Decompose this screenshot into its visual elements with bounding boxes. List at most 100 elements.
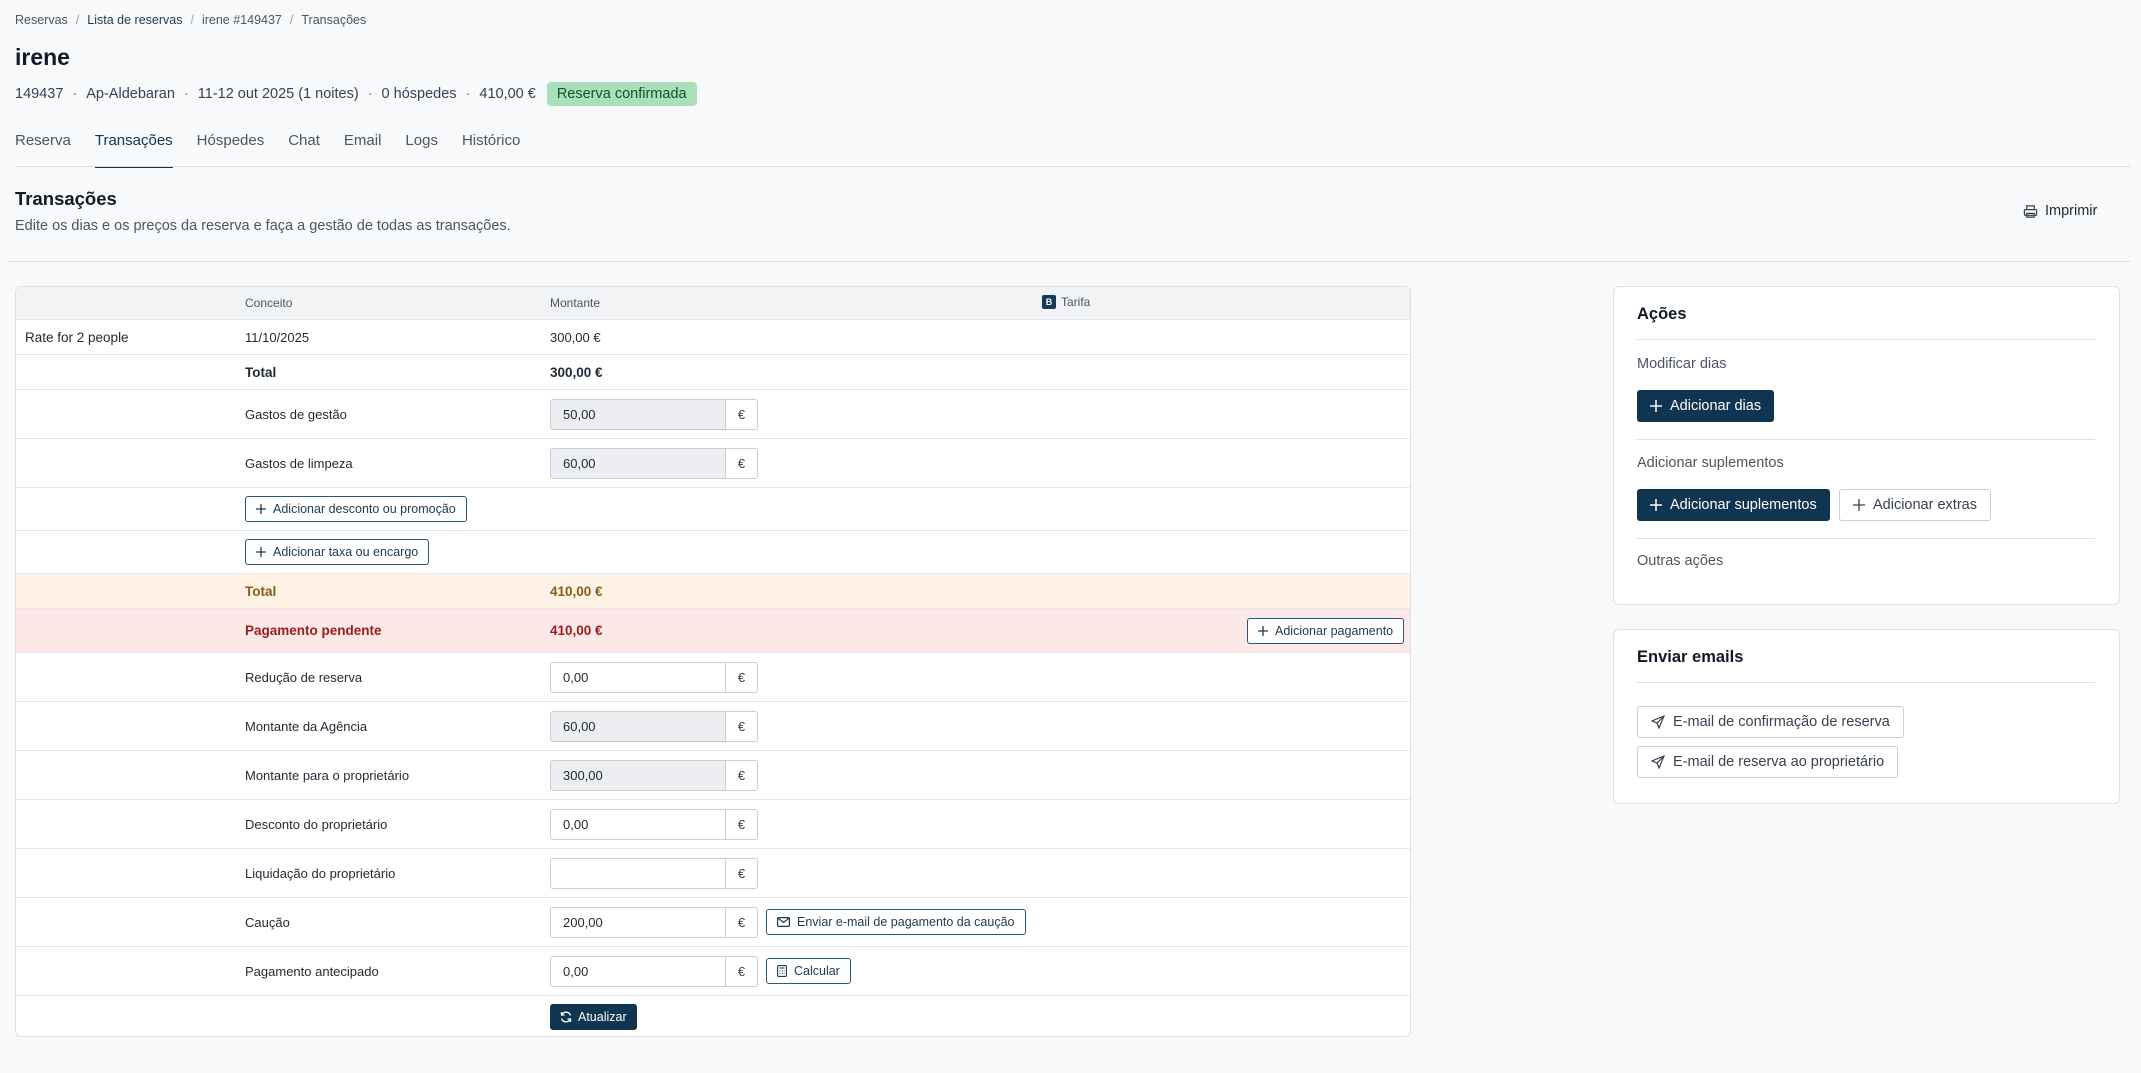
currency-addon: €: [725, 448, 758, 479]
agency-amount-label: Montante da Agência: [245, 718, 368, 734]
refresh-icon: [560, 1011, 572, 1023]
table-row-rate: Rate for 2 people 11/10/2025 300,00 €: [16, 320, 1410, 355]
booking-meta: 149437 · Ap-Aldebaran · 11-12 out 2025 (…: [15, 82, 697, 106]
tab-hospedes[interactable]: Hóspedes: [197, 128, 265, 168]
management-fee-input[interactable]: 50,00: [550, 399, 725, 430]
actions-title: Ações: [1637, 305, 1687, 323]
table-row-add-tax: Adicionar taxa ou encargo: [16, 531, 1410, 574]
owner-settlement-input[interactable]: [550, 858, 725, 889]
breadcrumb-lista-de-reservas[interactable]: Lista de reservas: [87, 13, 182, 27]
plus-icon: [1650, 499, 1662, 511]
owner-discount-input[interactable]: 0,00: [550, 809, 725, 840]
booking-guests: 0 hóspedes: [381, 86, 457, 102]
agency-amount-input[interactable]: 60,00: [550, 711, 725, 742]
booking-source-icon: B: [1042, 295, 1056, 309]
tab-reserva[interactable]: Reserva: [15, 128, 71, 168]
table-row-pending: Pagamento pendente 410,00 € Adicionar pa…: [16, 609, 1410, 653]
calculate-button[interactable]: Calcular: [766, 958, 851, 984]
rate-date: 11/10/2025: [245, 329, 310, 345]
owner-settlement-input-group: €: [550, 858, 758, 889]
rate-amount: 300,00 €: [550, 329, 601, 345]
tab-historico[interactable]: Histórico: [462, 128, 520, 168]
currency-addon: €: [725, 711, 758, 742]
printer-icon: [2023, 204, 2038, 218]
add-supplements-button[interactable]: Adicionar suplementos: [1637, 489, 1830, 521]
tab-logs[interactable]: Logs: [405, 128, 438, 168]
currency-addon: €: [725, 858, 758, 889]
header-amount: Montante: [550, 296, 601, 310]
owner-email-button[interactable]: E-mail de reserva ao proprietário: [1637, 746, 1899, 778]
table-row-total: Total 410,00 €: [16, 574, 1410, 609]
table-row-booking-reduction: Redução de reserva 0,00 €: [16, 653, 1410, 702]
emails-card: Enviar emails E-mail de confirmação de r…: [1613, 629, 2120, 804]
breadcrumb: Reservas / Lista de reservas / irene #14…: [15, 12, 366, 28]
tab-bar: Reserva Transações Hóspedes Chat Email L…: [15, 128, 544, 168]
breadcrumb-separator: /: [289, 13, 294, 27]
management-fee-input-group: 50,00 €: [550, 399, 758, 430]
header-rate: B Tarifa: [1042, 295, 1090, 309]
add-tax-button[interactable]: Adicionar taxa ou encargo: [245, 539, 430, 565]
owner-amount-input-group: 300,00 €: [550, 760, 758, 791]
update-button[interactable]: Atualizar: [550, 1004, 637, 1030]
table-row-owner-amount: Montante para o proprietário 300,00 €: [16, 751, 1410, 800]
agency-amount-input-group: 60,00 €: [550, 711, 758, 742]
add-supplements-section-label: Adicionar suplementos: [1637, 455, 1784, 471]
actions-card: Ações Modificar dias Adicionar dias Adic…: [1613, 286, 2120, 605]
currency-addon: €: [725, 662, 758, 693]
plus-icon: [256, 547, 266, 557]
table-header: Conceito Montante B Tarifa: [16, 287, 1410, 320]
plus-icon: [256, 504, 266, 514]
tab-transacoes[interactable]: Transações: [94, 128, 173, 168]
emails-title: Enviar emails: [1637, 648, 1744, 666]
cleaning-fee-input[interactable]: 60,00: [550, 448, 725, 479]
table-row-advance-payment: Pagamento antecipado 0,00 € Calcular: [16, 947, 1410, 996]
table-row-cleaning-fee: Gastos de limpeza 60,00 €: [16, 439, 1410, 488]
pending-label: Pagamento pendente: [245, 623, 382, 638]
breadcrumb-separator: /: [75, 13, 80, 27]
add-payment-button[interactable]: Adicionar pagamento: [1247, 618, 1405, 644]
total-amount: 410,00 €: [550, 583, 603, 599]
section-divider: [8, 261, 2130, 262]
owner-amount-input[interactable]: 300,00: [550, 760, 725, 791]
table-row-agency-amount: Montante da Agência 60,00 €: [16, 702, 1410, 751]
table-row-subtotal: Total 300,00 €: [16, 355, 1410, 390]
booking-dates: 11-12 out 2025 (1 noites): [197, 86, 359, 102]
tab-chat[interactable]: Chat: [288, 128, 320, 168]
booking-reduction-label: Redução de reserva: [245, 669, 363, 685]
rate-name: Rate for 2 people: [25, 329, 129, 345]
print-label: Imprimir: [2045, 203, 2098, 219]
breadcrumb-current: Transações: [301, 13, 367, 27]
envelope-icon: [777, 917, 790, 927]
add-discount-button[interactable]: Adicionar desconto ou promoção: [245, 496, 467, 522]
transactions-table: Conceito Montante B Tarifa Rate for 2 pe…: [15, 286, 1411, 1037]
tabs-divider: [15, 166, 2130, 167]
table-row-owner-settlement: Liquidação do proprietário €: [16, 849, 1410, 898]
breadcrumb-booking[interactable]: irene #149437: [202, 13, 282, 27]
currency-addon: €: [725, 956, 758, 987]
send-deposit-email-button[interactable]: Enviar e-mail de pagamento da caução: [766, 909, 1026, 935]
owner-settlement-label: Liquidação do proprietário: [245, 865, 396, 881]
breadcrumb-separator: /: [190, 13, 194, 27]
add-days-button[interactable]: Adicionar dias: [1637, 390, 1775, 422]
tab-email[interactable]: Email: [344, 128, 382, 168]
modify-days-label: Modificar dias: [1637, 356, 1727, 372]
add-extras-button[interactable]: Adicionar extras: [1839, 489, 1991, 521]
currency-addon: €: [725, 809, 758, 840]
currency-addon: €: [725, 907, 758, 938]
table-row-add-discount: Adicionar desconto ou promoção: [16, 488, 1410, 531]
confirmation-email-button[interactable]: E-mail de confirmação de reserva: [1637, 706, 1904, 738]
plus-icon: [1258, 626, 1268, 636]
table-row-owner-discount: Desconto do proprietário 0,00 €: [16, 800, 1410, 849]
subtotal-amount: 300,00 €: [550, 364, 603, 380]
booking-reduction-input[interactable]: 0,00: [550, 662, 725, 693]
section-title: Transações: [15, 188, 117, 209]
send-icon: [1651, 715, 1665, 729]
header-concept: Conceito: [245, 296, 293, 310]
subtotal-label: Total: [245, 364, 277, 380]
advance-payment-input[interactable]: 0,00: [550, 956, 725, 987]
print-button[interactable]: Imprimir: [2023, 200, 2097, 222]
deposit-input[interactable]: 200,00: [550, 907, 725, 938]
plus-icon: [1853, 499, 1865, 511]
breadcrumb-reservas[interactable]: Reservas: [15, 13, 68, 27]
deposit-label: Caução: [245, 914, 290, 930]
